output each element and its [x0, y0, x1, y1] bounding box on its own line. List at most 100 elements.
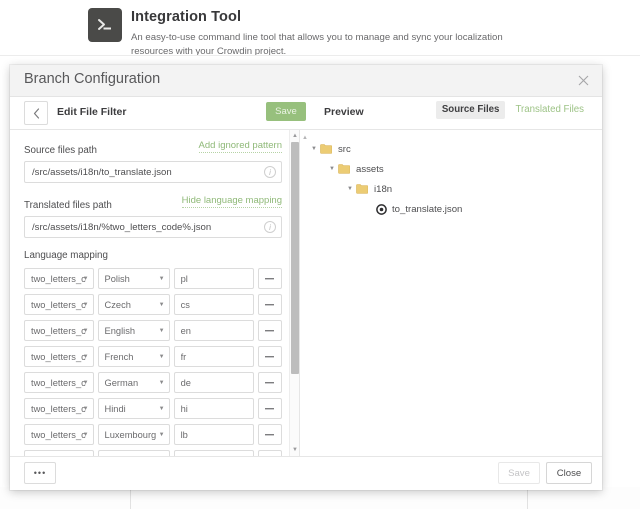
language-mapping-row: two_letters_cLuxembourg — [24, 424, 282, 445]
source-files-path-input[interactable] — [24, 161, 282, 183]
remove-mapping-button[interactable] — [257, 320, 282, 341]
product-header: Integration Tool An easy-to-use command … — [0, 0, 640, 62]
language-select[interactable]: English — [97, 320, 170, 341]
language-mapping-row: two_letters_cPolish — [24, 268, 282, 289]
language-select[interactable]: Czech — [97, 294, 170, 315]
save-button[interactable]: Save — [498, 462, 540, 484]
placeholder-select[interactable]: two_letters_c — [24, 268, 94, 289]
minus-icon — [265, 381, 275, 383]
placeholder-select[interactable]: two_letters_c — [24, 294, 94, 315]
dialog-body: Source files path Add ignored pattern i … — [10, 130, 602, 456]
language-select[interactable]: Luxembourg — [97, 424, 170, 445]
language-select[interactable]: Hindi — [97, 398, 170, 419]
language-code-input[interactable] — [173, 268, 254, 289]
page-background-strip — [0, 487, 640, 509]
tree-folder-node[interactable]: ▼ assets — [308, 159, 602, 179]
add-ignored-pattern-link[interactable]: Add ignored pattern — [198, 140, 282, 153]
language-code-input[interactable] — [173, 320, 254, 341]
dialog-toolbar: Edit File Filter Save Preview Source Fil… — [10, 97, 602, 130]
placeholder-select[interactable]: two_letters_c — [24, 346, 94, 367]
dialog-footer: ••• Save Close — [10, 456, 602, 490]
info-icon[interactable]: i — [264, 166, 276, 178]
page-title: Integration Tool — [131, 9, 242, 25]
minus-icon — [265, 277, 275, 279]
tree-folder-node[interactable]: ▼ src — [308, 139, 602, 159]
folder-icon — [356, 184, 370, 194]
background-divider-left — [130, 487, 131, 509]
language-code-input[interactable] — [173, 346, 254, 367]
tree-file-node[interactable]: to_translate.json — [308, 199, 602, 219]
tree-folder-node[interactable]: ▼ i18n — [308, 179, 602, 199]
branch-configuration-dialog: Branch Configuration Edit File Filter Sa… — [10, 65, 602, 490]
page-description: An easy-to-use command line tool that al… — [131, 32, 503, 57]
folder-icon — [338, 164, 352, 174]
preview-pane: ▲ ▼ src ▼ assets ▼ i18n to_translate.json — [300, 130, 602, 456]
close-button[interactable]: Close — [546, 462, 592, 484]
dialog-title: Branch Configuration — [24, 71, 161, 87]
language-code-input[interactable] — [173, 372, 254, 393]
language-mapping-row: two_letters_cHindi — [24, 398, 282, 419]
screen: Integration Tool An easy-to-use command … — [0, 0, 640, 509]
scroll-up-icon[interactable]: ▲ — [290, 131, 299, 141]
tree-node-label: assets — [356, 163, 384, 175]
remove-mapping-button[interactable] — [257, 268, 282, 289]
source-files-path-field: Source files path Add ignored pattern i — [24, 140, 282, 183]
caret-down-icon[interactable]: ▼ — [344, 186, 356, 192]
placeholder-select[interactable]: two_letters_c — [24, 398, 94, 419]
language-code-input[interactable] — [173, 424, 254, 445]
caret-down-icon[interactable]: ▼ — [326, 166, 338, 172]
placeholder-select[interactable]: two_letters_c — [24, 424, 94, 445]
background-divider-right — [527, 487, 528, 509]
scrollbar-thumb[interactable] — [291, 142, 299, 374]
tree-node-label: i18n — [374, 183, 393, 195]
language-mapping-row: two_letters_cFrench — [24, 346, 282, 367]
language-select[interactable]: German — [97, 372, 170, 393]
preview-scroll-up-icon[interactable]: ▲ — [302, 135, 308, 141]
save-filter-button[interactable]: Save — [266, 102, 306, 121]
language-code-input[interactable] — [173, 398, 254, 419]
language-select[interactable]: Polish — [97, 268, 170, 289]
language-code-input[interactable] — [173, 294, 254, 315]
tab-translated-files[interactable]: Translated Files — [509, 101, 590, 119]
header-divider — [0, 55, 640, 56]
minus-icon — [265, 407, 275, 409]
placeholder-select[interactable]: two_letters_c — [24, 372, 94, 393]
translated-files-path-input[interactable] — [24, 216, 282, 238]
preview-label: Preview — [324, 106, 364, 118]
tree-node-label: src — [338, 143, 351, 155]
minus-icon — [265, 329, 275, 331]
language-mapping-list: two_letters_cPolishtwo_letters_cCzechtwo… — [24, 268, 282, 456]
language-select[interactable]: French — [97, 346, 170, 367]
filter-settings-pane: Source files path Add ignored pattern i … — [10, 130, 300, 456]
chevron-left-icon — [33, 107, 39, 119]
language-mapping-row: two_letters_cEnglish — [24, 320, 282, 341]
tab-source-files[interactable]: Source Files — [435, 101, 506, 119]
file-icon — [374, 203, 388, 215]
settings-scrollbar[interactable]: ▲ ▼ — [289, 130, 299, 456]
placeholder-select[interactable]: two_letters_c — [24, 320, 94, 341]
translated-files-path-label: Translated files path — [24, 200, 112, 211]
remove-mapping-button[interactable] — [257, 346, 282, 367]
close-icon[interactable] — [574, 71, 592, 89]
file-type-tabs: Source Files Translated Files — [435, 101, 590, 119]
edit-file-filter-label: Edit File Filter — [57, 106, 127, 118]
dialog-header: Branch Configuration — [10, 65, 602, 97]
file-tree: ▼ src ▼ assets ▼ i18n to_translate.json — [300, 130, 602, 219]
language-mapping-row: two_letters_cGerman — [24, 372, 282, 393]
language-mapping-label: Language mapping — [24, 250, 108, 261]
remove-mapping-button[interactable] — [257, 294, 282, 315]
folder-icon — [320, 144, 334, 154]
terminal-icon — [88, 8, 122, 42]
remove-mapping-button[interactable] — [257, 372, 282, 393]
caret-down-icon[interactable]: ▼ — [308, 146, 320, 152]
more-options-button[interactable]: ••• — [24, 462, 56, 484]
tree-node-label: to_translate.json — [392, 203, 463, 215]
hide-language-mapping-link[interactable]: Hide language mapping — [181, 195, 282, 208]
info-icon[interactable]: i — [264, 221, 276, 233]
translated-files-path-field: Translated files path Hide language mapp… — [24, 195, 282, 238]
remove-mapping-button[interactable] — [257, 398, 282, 419]
remove-mapping-button[interactable] — [257, 424, 282, 445]
scroll-down-icon[interactable]: ▼ — [290, 445, 299, 455]
minus-icon — [265, 303, 275, 305]
back-button[interactable] — [24, 101, 48, 125]
